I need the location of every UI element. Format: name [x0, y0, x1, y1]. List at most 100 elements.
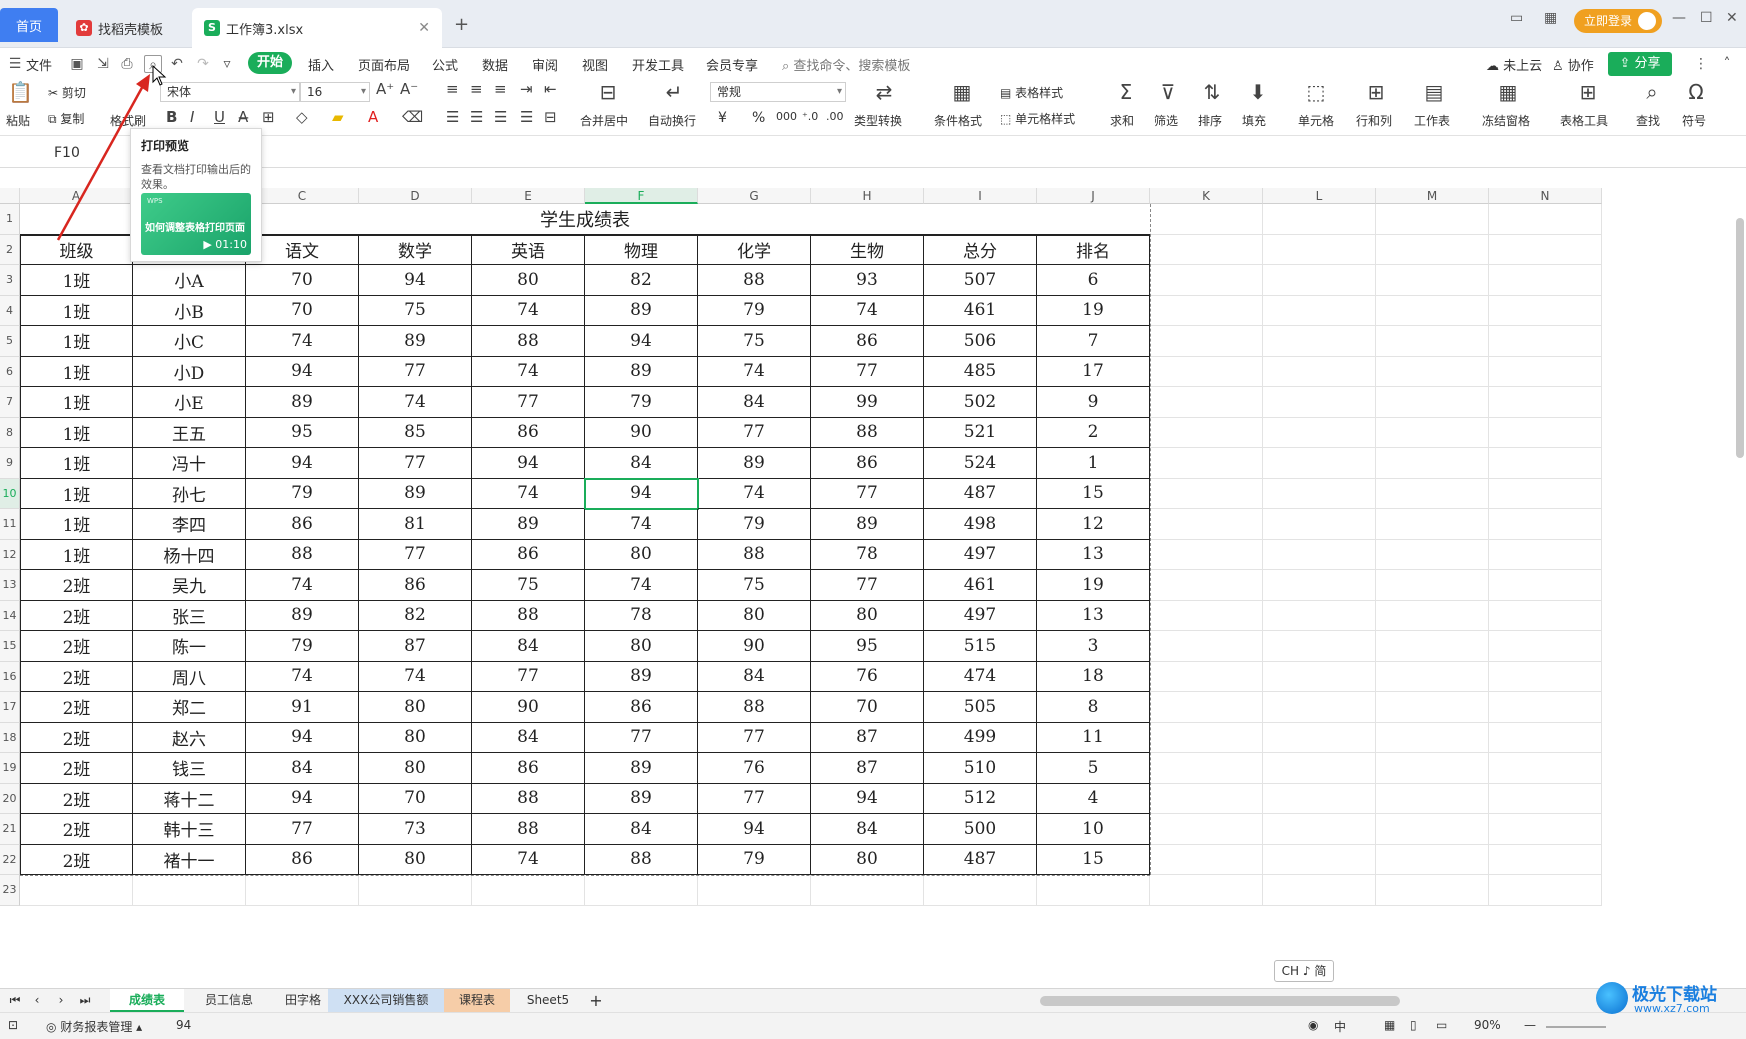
- empty-cell[interactable]: [1489, 692, 1602, 723]
- row-header-14[interactable]: 14: [0, 600, 20, 631]
- table-cell[interactable]: 1: [1037, 448, 1150, 479]
- table-cell[interactable]: 褚十一: [133, 844, 246, 875]
- table-cell[interactable]: 87: [811, 722, 924, 753]
- table-cell[interactable]: 94: [246, 356, 359, 387]
- empty-cell[interactable]: [1376, 478, 1489, 509]
- table-cell[interactable]: 507: [924, 265, 1037, 296]
- empty-cell[interactable]: [1150, 234, 1263, 265]
- strikethrough-icon[interactable]: A̶: [238, 108, 248, 126]
- share-button[interactable]: ⇪ 分享: [1608, 52, 1672, 76]
- empty-cell[interactable]: [1263, 387, 1376, 418]
- collapse-ribbon-icon[interactable]: ˄: [1718, 55, 1736, 73]
- table-cell[interactable]: 冯十: [133, 448, 246, 479]
- cloud-status[interactable]: ☁ 未上云: [1486, 55, 1542, 74]
- table-cell[interactable]: 81: [359, 509, 472, 540]
- table-cell[interactable]: 84: [698, 661, 811, 692]
- table-cell[interactable]: 94: [246, 722, 359, 753]
- table-cell[interactable]: 86: [811, 448, 924, 479]
- empty-cell[interactable]: [1376, 295, 1489, 326]
- table-cell[interactable]: 1班: [20, 387, 133, 418]
- table-cell[interactable]: 77: [811, 356, 924, 387]
- table-header-cell[interactable]: 语文: [246, 234, 359, 265]
- empty-cell[interactable]: [1376, 631, 1489, 662]
- table-cell[interactable]: 95: [811, 631, 924, 662]
- sort-icon[interactable]: ⇅: [1200, 80, 1224, 104]
- hamburger-icon[interactable]: ☰: [6, 55, 24, 73]
- table-cell[interactable]: 1班: [20, 265, 133, 296]
- empty-cell[interactable]: [1489, 387, 1602, 418]
- row-header-6[interactable]: 6: [0, 356, 20, 387]
- align-left-icon[interactable]: ☰: [446, 108, 459, 126]
- font-name-select[interactable]: 宋体: [160, 82, 300, 102]
- empty-cell[interactable]: [1037, 875, 1150, 906]
- table-cell[interactable]: 90: [585, 417, 698, 448]
- table-cell[interactable]: 74: [698, 478, 811, 509]
- empty-cell[interactable]: [1489, 478, 1602, 509]
- sum-button[interactable]: 求和: [1110, 112, 1134, 129]
- table-cell[interactable]: 499: [924, 722, 1037, 753]
- empty-cell[interactable]: [1150, 417, 1263, 448]
- empty-cell[interactable]: [1489, 295, 1602, 326]
- table-cell[interactable]: 77: [359, 539, 472, 570]
- table-cell[interactable]: 74: [472, 478, 585, 509]
- table-header-cell[interactable]: 排名: [1037, 234, 1150, 265]
- table-cell[interactable]: 韩十三: [133, 814, 246, 845]
- row-header-16[interactable]: 16: [0, 661, 20, 692]
- table-cell[interactable]: 95: [246, 417, 359, 448]
- table-cell[interactable]: 461: [924, 295, 1037, 326]
- table-cell[interactable]: 84: [585, 448, 698, 479]
- apps-grid-icon[interactable]: ▦: [1544, 10, 1557, 26]
- table-cell[interactable]: 524: [924, 448, 1037, 479]
- table-cell[interactable]: 1班: [20, 356, 133, 387]
- table-cell[interactable]: 70: [246, 295, 359, 326]
- normal-view-icon[interactable]: ▦: [1384, 1018, 1395, 1032]
- empty-cell[interactable]: [1263, 356, 1376, 387]
- eye-icon[interactable]: ◉: [1308, 1018, 1318, 1032]
- fill-icon[interactable]: ⬇: [1246, 80, 1270, 104]
- table-header-cell[interactable]: 数学: [359, 234, 472, 265]
- distribute-icon[interactable]: ⊟: [544, 108, 557, 126]
- empty-cell[interactable]: [1489, 814, 1602, 845]
- prev-sheet-icon[interactable]: ‹: [28, 989, 46, 1012]
- empty-cell[interactable]: [1489, 509, 1602, 540]
- table-cell[interactable]: 89: [585, 356, 698, 387]
- find-button[interactable]: 查找: [1636, 112, 1660, 129]
- first-sheet-icon[interactable]: ⏮: [6, 989, 24, 1012]
- table-cell[interactable]: 86: [585, 692, 698, 723]
- table-cell[interactable]: 周八: [133, 661, 246, 692]
- cell-style-button[interactable]: ⬚ 单元格样式: [1000, 110, 1075, 127]
- convert-icon[interactable]: ⇄: [870, 80, 898, 104]
- sheet-tab-scores[interactable]: 成绩表: [110, 989, 184, 1012]
- customize-chevron-icon[interactable]: ▿: [218, 55, 236, 73]
- table-cell[interactable]: 89: [472, 509, 585, 540]
- align-middle-icon[interactable]: ≡: [470, 80, 483, 98]
- symbol-button[interactable]: 符号: [1682, 112, 1706, 129]
- table-cell[interactable]: 2班: [20, 570, 133, 601]
- table-cell[interactable]: 94: [811, 783, 924, 814]
- table-cell[interactable]: 85: [359, 417, 472, 448]
- table-cell[interactable]: 13: [1037, 600, 1150, 631]
- clear-format-icon[interactable]: ⌫: [402, 108, 423, 126]
- table-cell[interactable]: 87: [811, 753, 924, 784]
- outdent-icon[interactable]: ⇤: [544, 80, 557, 98]
- empty-cell[interactable]: [1150, 478, 1263, 509]
- sheet-tab-sales[interactable]: XXX公司销售额: [328, 989, 444, 1012]
- table-cell[interactable]: 73: [359, 814, 472, 845]
- empty-cell[interactable]: [1376, 448, 1489, 479]
- currency-icon[interactable]: ¥: [718, 110, 727, 126]
- paste-button[interactable]: 粘贴: [6, 112, 30, 129]
- column-header-f[interactable]: F: [585, 188, 698, 204]
- command-search[interactable]: ⌕ 查找命令、搜索模板: [782, 55, 910, 74]
- column-header-c[interactable]: C: [246, 188, 359, 204]
- macro-status[interactable]: ◎ 财务报表管理 ▴: [46, 1018, 142, 1035]
- table-cell[interactable]: 小B: [133, 295, 246, 326]
- collab-button[interactable]: ♙ 协作: [1552, 55, 1594, 74]
- table-cell[interactable]: 1班: [20, 417, 133, 448]
- layout-icon[interactable]: ▭: [1510, 10, 1523, 26]
- decrease-decimal-icon[interactable]: .00: [826, 110, 844, 123]
- table-cell[interactable]: 94: [246, 448, 359, 479]
- table-cell[interactable]: 74: [472, 295, 585, 326]
- tab-workbook[interactable]: S 工作簿3.xlsx ✕: [192, 8, 442, 48]
- row-header-9[interactable]: 9: [0, 448, 20, 479]
- row-header-10[interactable]: 10: [0, 478, 20, 509]
